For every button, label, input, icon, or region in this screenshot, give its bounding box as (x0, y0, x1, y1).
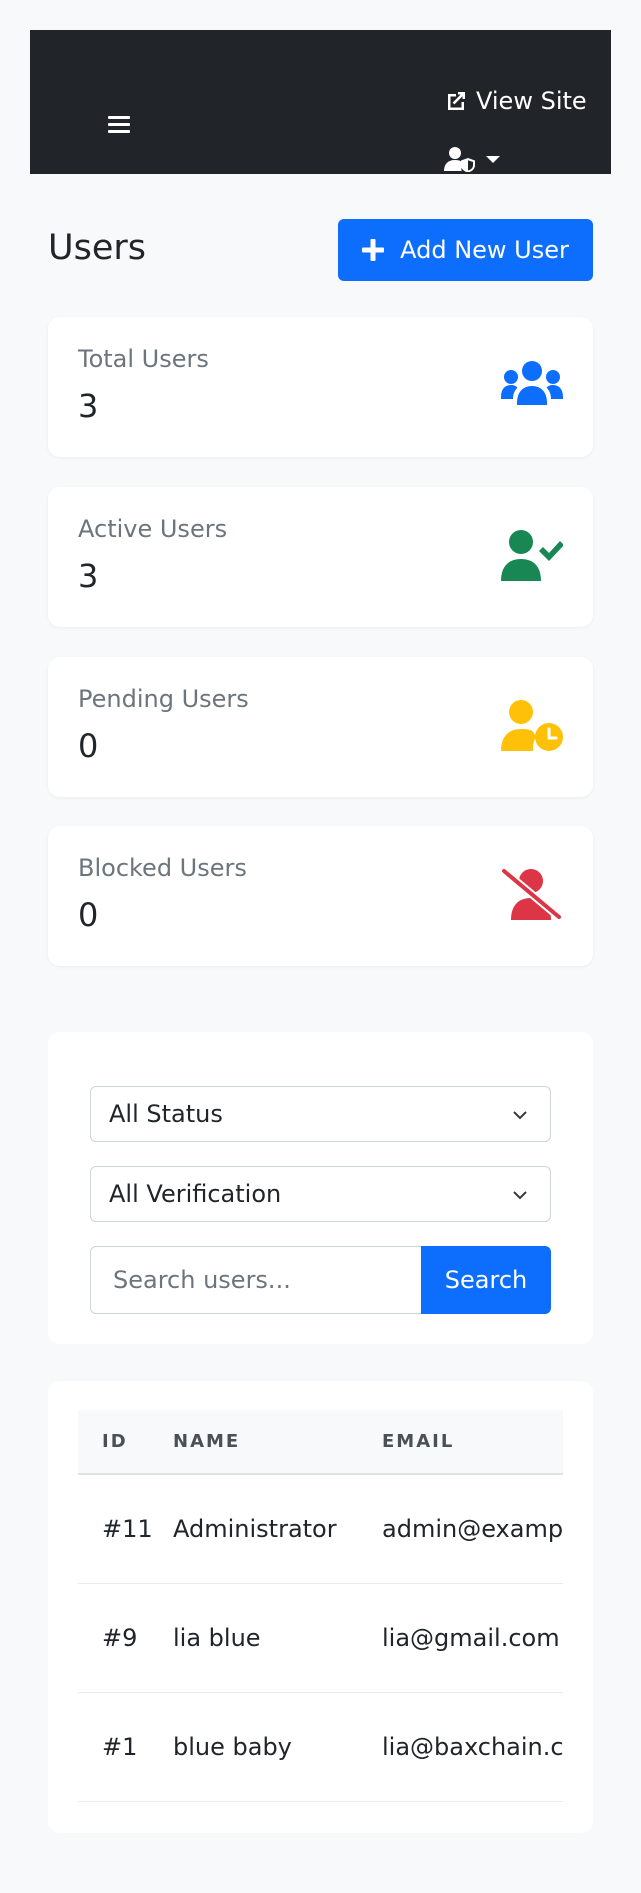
user-menu-dropdown[interactable] (444, 146, 500, 172)
top-navbar: View Site (30, 30, 611, 174)
stat-value: 0 (78, 727, 99, 765)
table-scroll-area[interactable]: ID NAME EMAIL #11 Administrator admin@ex… (78, 1410, 563, 1805)
external-link-icon (448, 92, 465, 110)
cell-email: lia@gmail.com (382, 1623, 560, 1652)
cell-name: blue baby (173, 1732, 292, 1761)
verification-filter-select[interactable]: All Verification (90, 1166, 551, 1222)
cell-id: #11 (102, 1514, 153, 1543)
cell-name: lia blue (173, 1623, 261, 1652)
search-input[interactable] (90, 1246, 421, 1314)
search-button[interactable]: Search (421, 1246, 551, 1314)
cell-email: lia@baxchain.com (382, 1732, 563, 1761)
status-filter-select[interactable]: All Status (90, 1086, 551, 1142)
search-group: Search (90, 1246, 551, 1314)
plus-icon (362, 239, 385, 261)
stat-label: Active Users (78, 515, 228, 543)
chevron-down-icon (513, 1111, 527, 1120)
table-row[interactable]: #11 Administrator admin@example.com (78, 1474, 563, 1583)
table-header-row: ID NAME EMAIL (78, 1410, 563, 1474)
verification-filter-value: All Verification (109, 1180, 282, 1208)
stat-card-pending-users: Pending Users 0 (48, 657, 593, 797)
menu-toggle-icon[interactable] (108, 116, 130, 136)
view-site-label: View Site (476, 87, 587, 115)
chevron-down-icon (513, 1191, 527, 1200)
stat-card-total-users: Total Users 3 (48, 317, 593, 457)
stat-value: 0 (78, 896, 99, 934)
cell-id: #9 (102, 1623, 138, 1652)
table-row[interactable]: #1 blue baby lia@baxchain.com (78, 1692, 563, 1801)
status-filter-value: All Status (109, 1100, 223, 1128)
user-shield-icon (444, 147, 475, 172)
user-check-icon (501, 530, 563, 581)
chevron-down-icon (486, 155, 500, 163)
stat-card-active-users: Active Users 3 (48, 487, 593, 627)
add-new-user-button[interactable]: Add New User (338, 219, 593, 281)
add-new-user-label: Add New User (400, 236, 569, 264)
cell-id: #1 (102, 1732, 138, 1761)
user-clock-icon (501, 700, 563, 751)
stat-value: 3 (78, 557, 99, 595)
cell-name: Administrator (173, 1514, 337, 1543)
user-slash-icon (501, 868, 563, 920)
users-icon (501, 361, 563, 405)
column-header-name[interactable]: NAME (173, 1410, 382, 1474)
users-table: ID NAME EMAIL #11 Administrator admin@ex… (78, 1410, 563, 1802)
column-header-id[interactable]: ID (78, 1410, 173, 1474)
users-table-card: ID NAME EMAIL #11 Administrator admin@ex… (48, 1381, 593, 1833)
stat-label: Total Users (78, 345, 209, 373)
view-site-link[interactable]: View Site (444, 86, 587, 116)
stat-value: 3 (78, 387, 99, 425)
cell-email: admin@example.com (382, 1514, 563, 1543)
filter-panel: All Status All Verification Search (48, 1032, 593, 1344)
page-title: Users (48, 228, 147, 268)
stat-label: Blocked Users (78, 854, 247, 882)
table-row[interactable]: #9 lia blue lia@gmail.com (78, 1583, 563, 1692)
stat-label: Pending Users (78, 685, 249, 713)
stat-card-blocked-users: Blocked Users 0 (48, 826, 593, 966)
column-header-email[interactable]: EMAIL (382, 1410, 563, 1474)
